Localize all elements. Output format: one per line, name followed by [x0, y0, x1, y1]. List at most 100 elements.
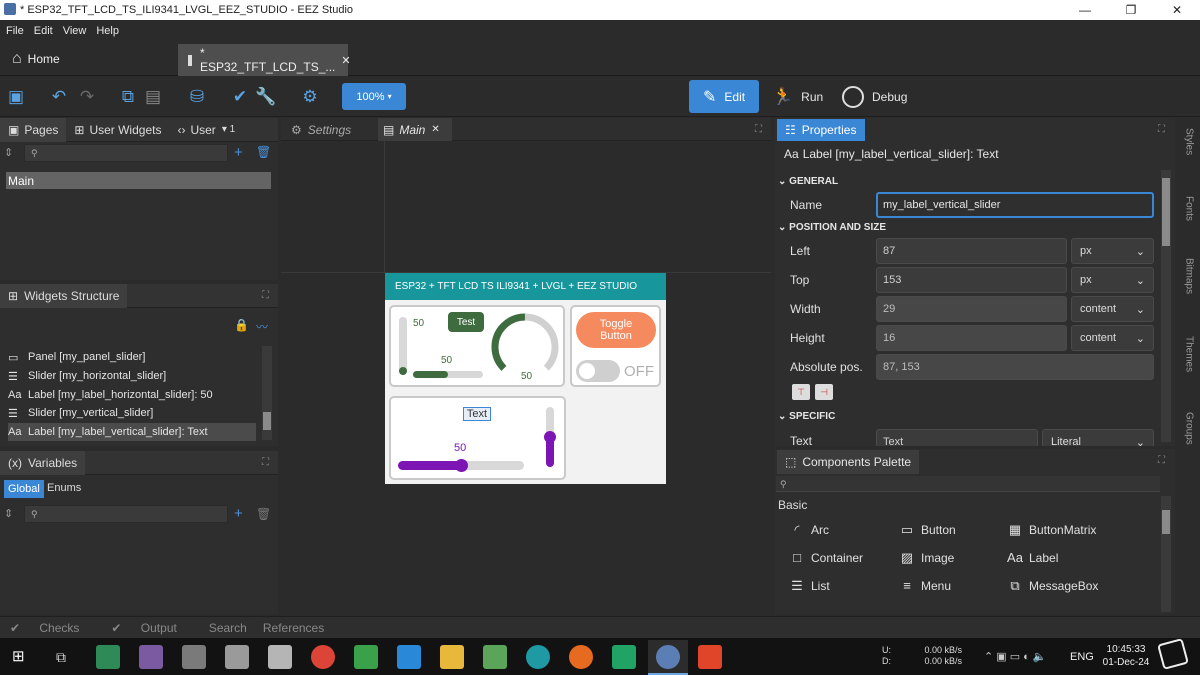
tab-user[interactable]: ‹› User ▾ 1 [169, 118, 243, 142]
vertical-slider-track[interactable] [399, 317, 407, 375]
output-button[interactable]: ✔ Output [111, 621, 192, 635]
clock[interactable]: 10:45:33 01-Dec-24 [1100, 643, 1152, 669]
text-label-selected[interactable]: Text [463, 407, 491, 421]
height-input[interactable]: 16 [876, 325, 1067, 351]
search-button[interactable]: Search [209, 621, 247, 635]
pages-search-input[interactable]: ⚲ [24, 144, 228, 162]
redo-icon[interactable]: ↷ [76, 86, 98, 108]
side-tab-styles[interactable]: Styles [1178, 128, 1200, 155]
tab-properties[interactable]: ☷ Properties [777, 119, 865, 141]
close-tab-icon[interactable]: ✕ [341, 54, 350, 67]
properties-scrollbar-thumb[interactable] [1162, 178, 1170, 246]
taskbar-app-icon[interactable] [698, 645, 722, 669]
top-unit-select[interactable]: px ⌄ [1071, 267, 1154, 293]
align-icon[interactable]: ⊤ [792, 384, 810, 400]
palette-item-image[interactable]: ▨ Image [898, 550, 955, 566]
delete-page-icon[interactable]: 🗑 [256, 145, 271, 159]
maximize-panel-icon[interactable]: ⛶ [1158, 124, 1165, 135]
language-indicator[interactable]: ENG [1070, 651, 1094, 663]
undo-icon[interactable]: ↶ [48, 86, 70, 108]
windows-start-icon[interactable]: ⊞ [12, 649, 28, 665]
palette-item-menu[interactable]: ≡ Menu [898, 578, 951, 593]
tab-enums[interactable]: Enums [47, 482, 81, 494]
palette-item-label[interactable]: Aa Label [1006, 550, 1058, 565]
purple-vertical-slider-track[interactable] [544, 407, 556, 467]
text-input[interactable]: Text [876, 429, 1038, 446]
left-unit-select[interactable]: px ⌄ [1071, 238, 1154, 264]
taskbar-app-icon[interactable] [612, 645, 636, 669]
close-button[interactable]: ✕ [1154, 0, 1200, 20]
arduino-icon[interactable] [526, 645, 550, 669]
task-view-icon[interactable]: ⧉ [56, 649, 66, 666]
side-tab-groups[interactable]: Groups [1178, 412, 1200, 445]
add-page-icon[interactable]: + [234, 144, 243, 161]
taskbar-app-icon[interactable] [354, 645, 378, 669]
edit-mode-button[interactable]: ✎ Edit [689, 80, 759, 113]
maximize-panel-icon[interactable]: ⛶ [262, 457, 269, 468]
card-purple-sliders[interactable]: Text 50 [389, 396, 566, 480]
side-tab-bitmaps[interactable]: Bitmaps [1178, 258, 1200, 294]
device-screen[interactable]: ESP32 + TFT LCD TS ILI9341 + LVGL + EEZ … [385, 273, 666, 484]
widgets-scrollbar-thumb[interactable] [263, 412, 271, 430]
recycle-bin-icon[interactable] [96, 645, 120, 669]
palette-item-button[interactable]: ▭ Button [898, 522, 956, 538]
width-unit-select[interactable]: content ⌄ [1071, 296, 1154, 322]
palette-item-messagebox[interactable]: ⧉ MessageBox [1006, 578, 1098, 594]
section-position-size[interactable]: ⌄ POSITION AND SIZE [778, 222, 886, 233]
run-mode-button[interactable]: 🏃 Run [772, 80, 832, 113]
palette-item-buttonmatrix[interactable]: ▦ ButtonMatrix [1006, 522, 1097, 538]
menu-edit[interactable]: Edit [34, 25, 53, 37]
taskbar-app-icon[interactable] [225, 645, 249, 669]
maximize-panel-icon[interactable]: ⛶ [262, 290, 269, 301]
chrome-icon[interactable] [311, 645, 335, 669]
hide-icon[interactable]: 〰 [256, 318, 268, 335]
card-sliders[interactable]: 50 Test 50 50 [389, 305, 565, 387]
page-item-main[interactable]: Main [6, 172, 271, 189]
delete-variable-icon[interactable]: 🗑 [256, 507, 271, 521]
name-input[interactable]: my_label_vertical_slider [876, 192, 1154, 218]
text-mode-select[interactable]: Literal ⌄ [1042, 429, 1154, 446]
properties-scrollbar[interactable] [1161, 170, 1171, 442]
purple-horizontal-slider-knob[interactable] [455, 459, 468, 472]
close-tab-icon[interactable]: ✕ [431, 124, 439, 135]
taskbar-app-icon[interactable] [268, 645, 292, 669]
toggle-button[interactable]: Toggle Button [576, 312, 656, 348]
maximize-panel-icon[interactable]: ⛶ [1158, 455, 1165, 466]
home-tab[interactable]: ⌂ Home [0, 44, 176, 74]
tab-global[interactable]: Global [4, 480, 44, 498]
widgets-scrollbar[interactable] [262, 346, 272, 440]
project-tab[interactable]: * ESP32_TFT_LCD_TS_... ✕ [178, 44, 351, 76]
menu-help[interactable]: Help [96, 25, 119, 37]
tray-icons[interactable]: ⌃ ▣ ▭ ◐ 🔈 [984, 650, 1047, 663]
references-button[interactable]: References [263, 621, 324, 635]
tree-item-vertical-slider[interactable]: ☰ Slider [my_vertical_slider] [8, 404, 153, 422]
palette-search-input[interactable]: ⚲ [776, 476, 1160, 492]
tab-settings[interactable]: ⚙ Settings [285, 118, 377, 141]
variables-search-input[interactable]: ⚲ [24, 505, 228, 523]
section-specific[interactable]: ⌄ SPECIFIC [778, 411, 835, 422]
checks-button[interactable]: ✔ Checks [10, 621, 95, 635]
palette-scrollbar[interactable] [1161, 496, 1171, 612]
taskbar-app-icon[interactable] [182, 645, 206, 669]
gear-icon[interactable]: ⚙ [299, 86, 321, 108]
eez-studio-taskbar-active[interactable] [648, 640, 688, 675]
tab-widgets-structure[interactable]: ⊞ Widgets Structure [0, 283, 128, 308]
palette-item-arc[interactable]: ◜ Arc [788, 522, 829, 538]
switch[interactable] [576, 360, 620, 382]
wrench-icon[interactable]: 🔧 [255, 86, 277, 108]
build-icon[interactable]: ⛁ [186, 86, 208, 108]
save-icon[interactable]: ▣ [5, 86, 27, 108]
palette-item-list[interactable]: ☰ List [788, 578, 830, 594]
menu-view[interactable]: View [63, 25, 87, 37]
debug-mode-button[interactable]: Debug [842, 80, 912, 113]
zoom-dropdown[interactable]: 100% ▾ [342, 83, 406, 110]
tab-pages[interactable]: ▣ Pages [0, 117, 67, 142]
side-tab-themes[interactable]: Themes [1178, 336, 1200, 372]
tree-item-label-horizontal[interactable]: Aa Label [my_label_horizontal_slider]: 50 [8, 386, 213, 404]
tree-item-horizontal-slider[interactable]: ☰ Slider [my_horizontal_slider] [8, 367, 166, 385]
width-input[interactable]: 29 [876, 296, 1067, 322]
tab-main[interactable]: ▤ Main ✕ [378, 118, 452, 141]
check-icon[interactable]: ✔ [229, 86, 251, 108]
horizontal-slider-track[interactable] [413, 371, 483, 378]
tree-item-panel[interactable]: ▭ Panel [my_panel_slider] [8, 348, 145, 366]
